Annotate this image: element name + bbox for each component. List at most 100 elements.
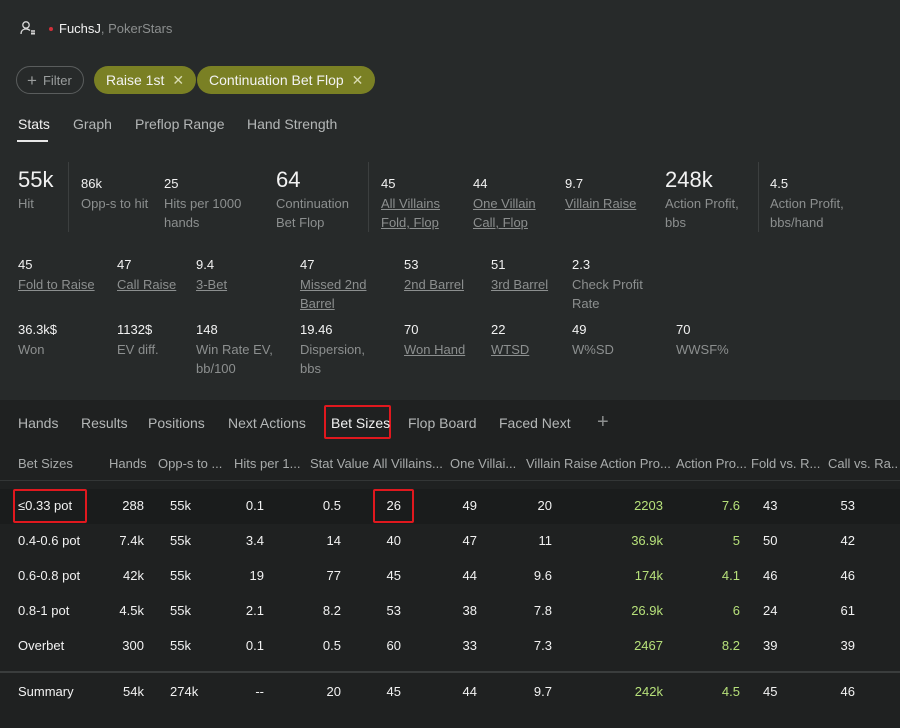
stat-wwsf-value: 70	[676, 322, 691, 337]
stat-win-rate-value: 148	[196, 322, 218, 337]
tab-stats[interactable]: Stats	[18, 116, 50, 132]
table-cell: 42k	[123, 568, 144, 583]
tab-faced-next[interactable]: Faced Next	[499, 415, 571, 431]
player-name[interactable]: FuchsJ, PokerStars	[59, 21, 172, 36]
table-cell: 42	[840, 533, 855, 548]
row-label: 0.8-1 pot	[18, 603, 70, 618]
col-header[interactable]: Action Pro...	[600, 456, 672, 471]
stat-fold-to-raise-value: 45	[18, 257, 33, 272]
table-cell: 4.5k	[119, 603, 144, 618]
tab-hand-strength[interactable]: Hand Strength	[247, 116, 337, 132]
col-header[interactable]: One Villai...	[450, 456, 522, 471]
stat-missed-2nd-link[interactable]: Missed 2nd	[300, 275, 366, 294]
stat-3bet-value: 9.4	[196, 257, 215, 272]
table-cell: 0.1	[245, 638, 264, 653]
stat-one-villain-link[interactable]: One Villain	[473, 194, 536, 213]
col-header[interactable]: Opp-s to ...	[158, 456, 228, 471]
plus-icon: +	[27, 70, 37, 90]
tab-next-actions[interactable]: Next Actions	[228, 415, 306, 431]
table-cell: 36.9k	[631, 533, 663, 548]
stat-check-profit-value: 2.3	[572, 257, 591, 272]
table-cell: 53	[386, 603, 401, 618]
stat-action-profit-hand-value: 4.5	[770, 176, 789, 191]
table-cell: 61	[840, 603, 855, 618]
table-cell: 38	[462, 603, 477, 618]
stat-won-label: Won	[18, 342, 45, 357]
stat-action-profit-value: 248k	[665, 167, 713, 192]
col-header[interactable]: Villain Raise	[526, 456, 598, 471]
filter-chip-raise-1st[interactable]: Raise 1st ✕	[94, 66, 197, 94]
status-dot	[49, 27, 53, 31]
header-divider	[0, 480, 900, 481]
stat-action-profit-hand-label: Action Profit,	[770, 196, 844, 211]
stat-3rd-barrel-link[interactable]: 3rd Barrel	[491, 275, 548, 294]
stat-won-hand-link[interactable]: Won Hand	[404, 340, 465, 359]
tab-preflop-range[interactable]: Preflop Range	[135, 116, 225, 132]
col-header[interactable]: Fold vs. R...	[751, 456, 823, 471]
close-icon[interactable]: ✕	[352, 72, 364, 89]
table-cell: 7.8	[533, 603, 552, 618]
table-cell: 46	[840, 568, 855, 583]
tab-graph[interactable]: Graph	[73, 116, 112, 132]
user-settings-icon[interactable]	[20, 20, 36, 36]
stat-wtsd-link[interactable]: WTSD	[491, 340, 529, 359]
col-header[interactable]: Call vs. Ra...	[828, 456, 898, 471]
table-cell: 45	[386, 568, 401, 583]
stat-hit-value: 55k	[18, 167, 54, 192]
table-cell: 11	[538, 533, 553, 548]
stat-fold-to-raise-link[interactable]: Fold to Raise	[18, 275, 95, 294]
table-cell: 6	[732, 603, 740, 618]
stat-wsd-label: W%SD	[572, 342, 614, 357]
stat-call-raise-link[interactable]: Call Raise	[117, 275, 176, 294]
table-cell: 8.2	[721, 638, 740, 653]
stat-one-villain-link-2[interactable]: Call, Flop	[473, 213, 528, 232]
add-tab-icon[interactable]: +	[597, 411, 609, 434]
table-cell: 5	[732, 533, 740, 548]
tab-flop-board[interactable]: Flop Board	[408, 415, 476, 431]
table-cell: 46	[840, 684, 855, 699]
table-cell: 174k	[634, 568, 663, 583]
table-cell: 19	[249, 568, 264, 583]
col-header[interactable]: Bet Sizes	[18, 456, 104, 471]
table-cell: 7.4k	[119, 533, 144, 548]
stat-opps-label: Opp-s to hit	[81, 196, 149, 211]
stat-all-villains-link-2[interactable]: Fold, Flop	[381, 213, 439, 232]
stat-dispersion-label-2: bbs	[300, 361, 321, 376]
stat-3rd-barrel-value: 51	[491, 257, 506, 272]
col-header[interactable]: Hands	[109, 456, 151, 471]
stat-villain-raise-link[interactable]: Villain Raise	[565, 194, 636, 213]
divider	[68, 162, 69, 232]
table-cell: 44	[462, 684, 477, 699]
col-header[interactable]: Action Pro...	[676, 456, 748, 471]
tab-results[interactable]: Results	[81, 415, 128, 431]
col-header[interactable]: All Villains...	[373, 456, 445, 471]
filter-chip-cbet-flop[interactable]: Continuation Bet Flop ✕	[197, 66, 376, 94]
stat-wtsd-value: 22	[491, 322, 506, 337]
tab-hands[interactable]: Hands	[18, 415, 58, 431]
table-cell: 7.6	[721, 498, 740, 513]
stat-2nd-barrel-link[interactable]: 2nd Barrel	[404, 275, 464, 294]
stat-villain-raise-value: 9.7	[565, 176, 584, 191]
stat-missed-2nd-link-2[interactable]: Barrel	[300, 294, 335, 313]
filter-label: Filter	[42, 72, 72, 88]
stat-3bet-link[interactable]: 3-Bet	[196, 275, 227, 294]
table-cell: 0.1	[245, 498, 264, 513]
table-cell: 300	[122, 638, 144, 653]
table-cell: 47	[462, 533, 477, 548]
tab-positions[interactable]: Positions	[148, 415, 205, 431]
player-label: FuchsJ	[59, 21, 101, 36]
table-cell: 39	[840, 638, 855, 653]
stat-action-profit-label-2: bbs	[665, 215, 686, 230]
table-cell: 26.9k	[631, 603, 663, 618]
add-filter-button[interactable]: + Filter	[16, 66, 84, 94]
stat-check-profit-label: Check Profit	[572, 277, 643, 292]
col-header[interactable]: Hits per 1...	[234, 456, 304, 471]
stat-all-villains-link[interactable]: All Villains	[381, 194, 440, 213]
tab-bet-sizes[interactable]: Bet Sizes	[331, 415, 390, 431]
table-cell: 40	[386, 533, 401, 548]
col-header[interactable]: Stat Value	[310, 456, 370, 471]
active-tab-indicator	[17, 140, 48, 142]
table-cell: 53	[840, 498, 855, 513]
table-cell: 60	[386, 638, 401, 653]
close-icon[interactable]: ✕	[172, 72, 184, 89]
